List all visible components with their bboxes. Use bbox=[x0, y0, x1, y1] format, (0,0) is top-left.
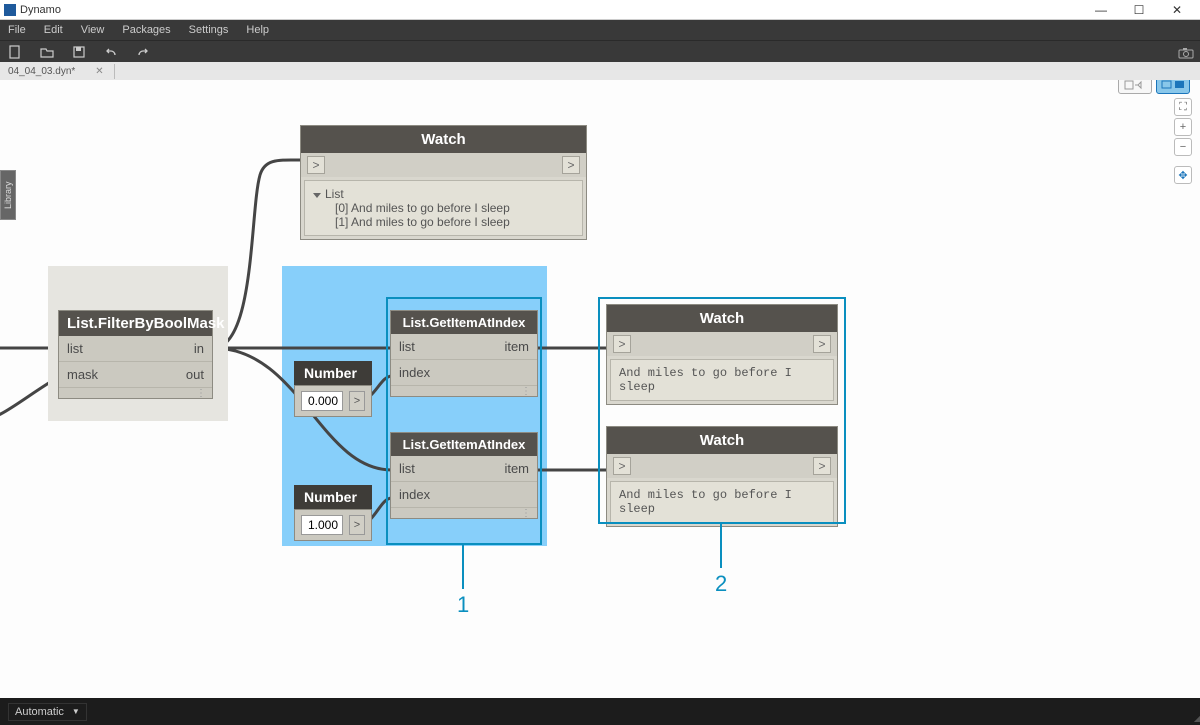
node-resize-grip[interactable]: ⋮ bbox=[391, 386, 537, 396]
port-list-in[interactable]: list bbox=[391, 461, 423, 476]
graph-view-toggle[interactable] bbox=[1156, 80, 1190, 94]
node-title: Number bbox=[294, 485, 372, 509]
menu-edit[interactable]: Edit bbox=[44, 24, 63, 36]
node-number-2[interactable]: Number 1.000 > bbox=[294, 485, 372, 541]
document-tab-bar: 04_04_03.dyn* ✕ bbox=[0, 62, 1200, 80]
number-value-input[interactable]: 1.000 bbox=[301, 515, 343, 535]
toolbar bbox=[0, 40, 1200, 62]
document-tab[interactable]: 04_04_03.dyn* ✕ bbox=[0, 64, 115, 79]
node-resize-grip[interactable]: ⋮ bbox=[59, 388, 212, 398]
menu-file[interactable]: File bbox=[8, 24, 26, 36]
node-filter-by-boolmask[interactable]: List.FilterByBoolMask list in mask out ⋮ bbox=[58, 310, 213, 399]
watch-prev-button[interactable]: > bbox=[613, 457, 631, 475]
zoom-fit-button[interactable]: ⛶ bbox=[1174, 98, 1192, 116]
watch-next-button[interactable]: > bbox=[813, 335, 831, 353]
node-title: List.GetItemAtIndex bbox=[391, 433, 537, 456]
app-logo-icon bbox=[4, 4, 16, 16]
watch-output: List [0] And miles to go before I sleep … bbox=[304, 180, 583, 236]
watch-next-button[interactable]: > bbox=[813, 457, 831, 475]
number-value-input[interactable]: 0.000 bbox=[301, 391, 343, 411]
run-mode-bar: Automatic ▼ ◢ bbox=[0, 698, 1200, 725]
node-watch-top[interactable]: Watch > > List [0] And miles to go befor… bbox=[300, 125, 587, 240]
redo-icon[interactable] bbox=[136, 45, 150, 59]
new-file-icon[interactable] bbox=[8, 45, 22, 59]
menu-packages[interactable]: Packages bbox=[122, 24, 170, 36]
library-panel-tab[interactable]: Library bbox=[0, 170, 16, 220]
callout-line-1 bbox=[462, 545, 464, 589]
node-number-1[interactable]: Number 0.000 > bbox=[294, 361, 372, 417]
callout-number-2: 2 bbox=[715, 571, 727, 597]
node-getitem-1[interactable]: List.GetItemAtIndex list item index ⋮ bbox=[390, 310, 538, 397]
expand-triangle-icon[interactable] bbox=[313, 193, 321, 198]
screenshot-icon[interactable] bbox=[1178, 46, 1192, 58]
run-mode-dropdown[interactable]: Automatic ▼ bbox=[8, 703, 87, 721]
node-title: List.GetItemAtIndex bbox=[391, 311, 537, 334]
number-output-port[interactable]: > bbox=[349, 391, 365, 411]
watch-prev-button[interactable]: > bbox=[307, 156, 325, 174]
port-list-in[interactable]: list bbox=[59, 341, 91, 356]
pan-button[interactable]: ✥ bbox=[1174, 166, 1192, 184]
window-close-button[interactable]: ✕ bbox=[1158, 0, 1196, 20]
watch-prev-button[interactable]: > bbox=[613, 335, 631, 353]
window-resize-grip-icon[interactable]: ◢ bbox=[1194, 714, 1198, 723]
port-item-out[interactable]: item bbox=[496, 461, 537, 476]
view-tools bbox=[1118, 80, 1190, 94]
window-titlebar: Dynamo — ☐ ✕ bbox=[0, 0, 1200, 20]
undo-icon[interactable] bbox=[104, 45, 118, 59]
callout-number-1: 1 bbox=[457, 592, 469, 618]
port-out-out[interactable]: out bbox=[178, 367, 212, 382]
port-index-in[interactable]: index bbox=[391, 487, 438, 502]
node-resize-grip[interactable]: ⋮ bbox=[391, 508, 537, 518]
menu-bar: File Edit View Packages Settings Help bbox=[0, 20, 1200, 40]
port-index-in[interactable]: index bbox=[391, 365, 438, 380]
window-maximize-button[interactable]: ☐ bbox=[1120, 0, 1158, 20]
node-title: List.FilterByBoolMask bbox=[59, 311, 212, 336]
node-getitem-2[interactable]: List.GetItemAtIndex list item index ⋮ bbox=[390, 432, 538, 519]
watch-output: And miles to go before I sleep bbox=[610, 481, 834, 523]
watch-output: And miles to go before I sleep bbox=[610, 359, 834, 401]
open-file-icon[interactable] bbox=[40, 45, 54, 59]
app-title: Dynamo bbox=[20, 4, 61, 16]
zoom-in-button[interactable]: + bbox=[1174, 118, 1192, 136]
geometry-view-toggle[interactable] bbox=[1118, 80, 1152, 94]
node-watch-1[interactable]: Watch > > And miles to go before I sleep bbox=[606, 304, 838, 405]
node-title: Number bbox=[294, 361, 372, 385]
dropdown-caret-icon: ▼ bbox=[72, 707, 80, 716]
workspace-canvas[interactable]: Library ⛶ + − ✥ Li bbox=[0, 80, 1200, 698]
node-title: Watch bbox=[301, 126, 586, 153]
port-item-out[interactable]: item bbox=[496, 339, 537, 354]
watch-next-button[interactable]: > bbox=[562, 156, 580, 174]
port-mask-in[interactable]: mask bbox=[59, 367, 106, 382]
menu-help[interactable]: Help bbox=[246, 24, 269, 36]
document-tab-label: 04_04_03.dyn* bbox=[8, 66, 75, 77]
callout-line-2 bbox=[720, 524, 722, 568]
zoom-out-button[interactable]: − bbox=[1174, 138, 1192, 156]
zoom-panel: ⛶ + − ✥ bbox=[1174, 98, 1192, 184]
menu-view[interactable]: View bbox=[81, 24, 105, 36]
menu-settings[interactable]: Settings bbox=[189, 24, 229, 36]
port-in-out[interactable]: in bbox=[186, 341, 212, 356]
run-mode-label: Automatic bbox=[15, 706, 64, 718]
save-file-icon[interactable] bbox=[72, 45, 86, 59]
port-list-in[interactable]: list bbox=[391, 339, 423, 354]
number-output-port[interactable]: > bbox=[349, 515, 365, 535]
node-title: Watch bbox=[607, 427, 837, 454]
node-title: Watch bbox=[607, 305, 837, 332]
node-watch-2[interactable]: Watch > > And miles to go before I sleep bbox=[606, 426, 838, 527]
window-minimize-button[interactable]: — bbox=[1082, 0, 1120, 20]
tab-close-icon[interactable]: ✕ bbox=[95, 66, 103, 77]
